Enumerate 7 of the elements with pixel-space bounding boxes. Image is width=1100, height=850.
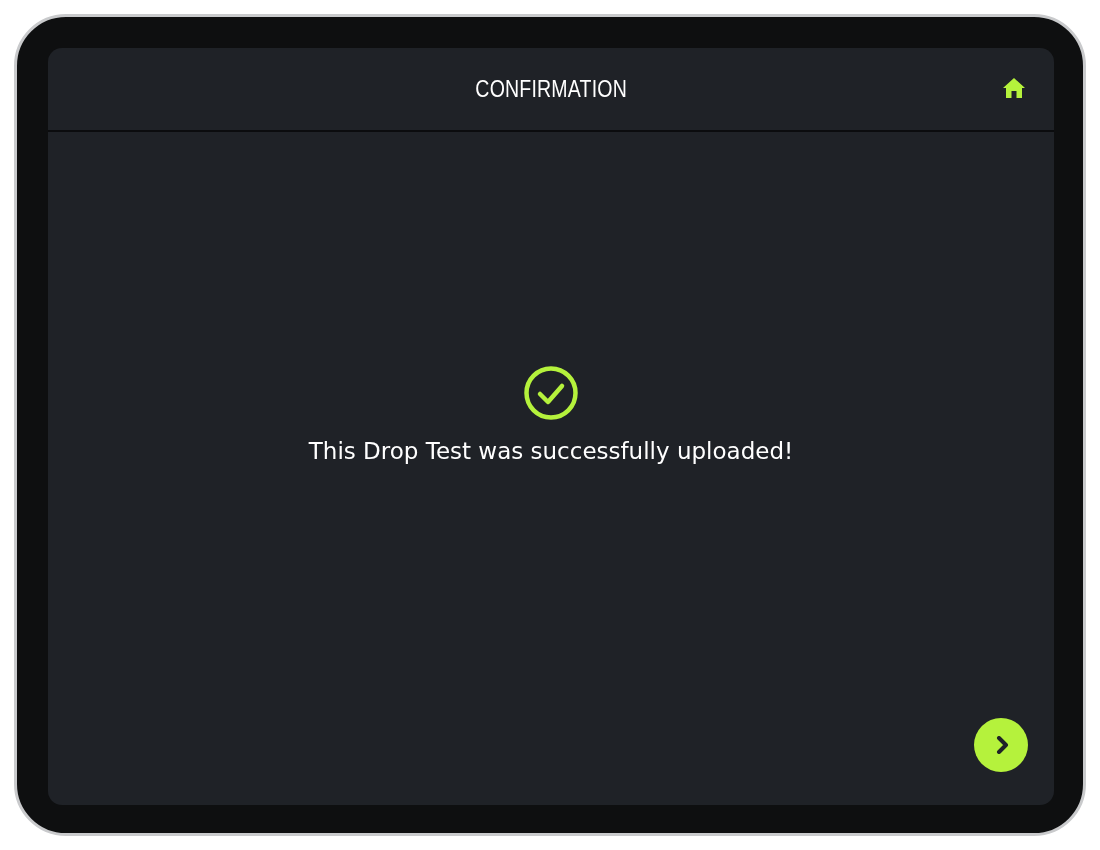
chevron-right-icon (994, 736, 1011, 754)
home-icon (1002, 77, 1026, 99)
success-message: This Drop Test was successfully uploaded! (308, 438, 794, 464)
check-circle-icon (523, 365, 579, 421)
home-button[interactable] (1002, 77, 1026, 99)
screen-title: CONFIRMATION (475, 75, 627, 103)
next-button[interactable] (974, 718, 1028, 772)
